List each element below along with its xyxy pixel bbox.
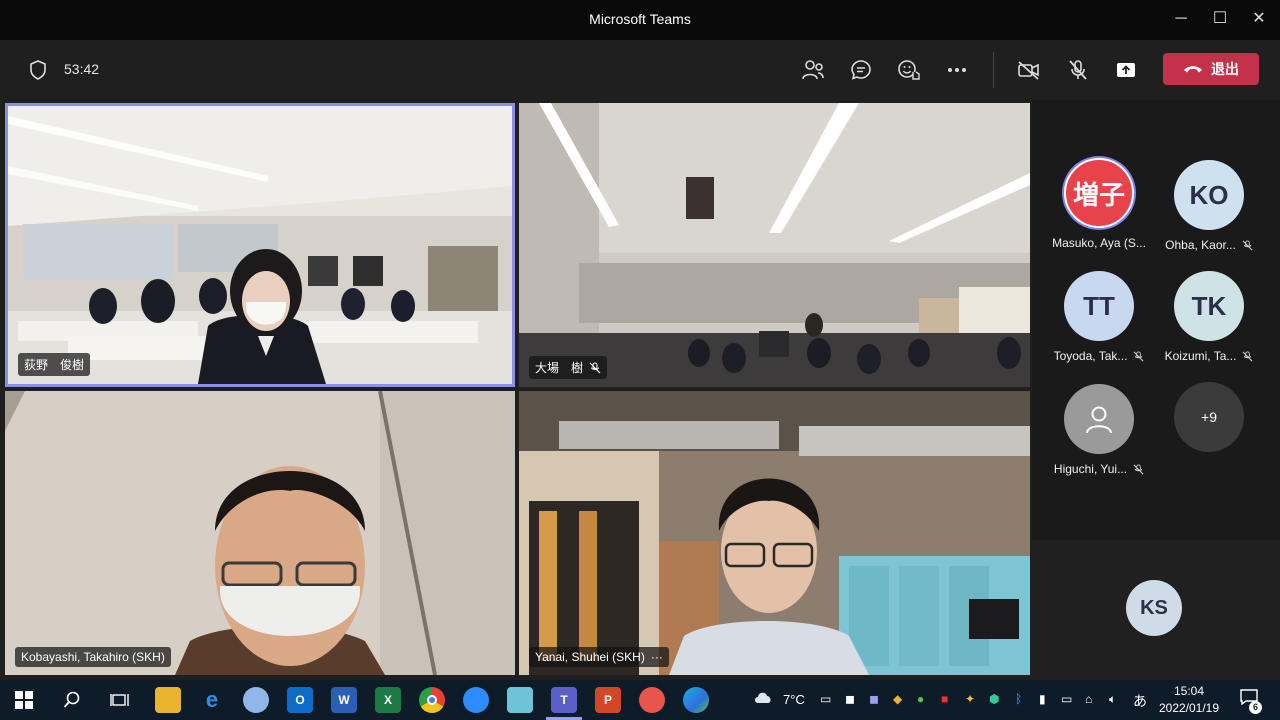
notification-count-badge: 6: [1249, 701, 1262, 714]
weather-icon[interactable]: [752, 688, 774, 709]
self-view: KS: [1032, 540, 1280, 680]
kobayashi-video: [5, 391, 515, 675]
security-shield-icon[interactable]: ⬢: [989, 692, 999, 706]
classroom-video: [8, 106, 512, 384]
participants-button[interactable]: [799, 57, 827, 83]
taskbar-clock[interactable]: 15:04 2022/01/19: [1157, 684, 1221, 715]
clock-time: 15:04: [1173, 684, 1205, 698]
tile-more-button[interactable]: ···: [651, 650, 663, 664]
mic-muted-icon: [1133, 463, 1144, 474]
powerpoint-icon[interactable]: P: [595, 687, 621, 713]
share-screen-button[interactable]: [1112, 57, 1140, 83]
avatar: TT: [1064, 271, 1134, 341]
participants-panel: 増子 Masuko, Aya (S... KO Ohba, Kaor... TT…: [1032, 100, 1280, 680]
participant-ohba[interactable]: KO Ohba, Kaor...: [1154, 160, 1264, 252]
participant-koizumi[interactable]: TK Koizumi, Ta...: [1154, 271, 1264, 363]
overflow-count: +9: [1174, 382, 1244, 452]
participant-name: Masuko, Aya (S...: [1052, 236, 1146, 250]
participant-name: Yanai, Shuhei (SKH): [535, 650, 645, 664]
participant-name: 荻野 俊樹: [24, 358, 85, 372]
network-icon[interactable]: ⌂: [1085, 692, 1092, 706]
tile-name-label: 大場 樹: [529, 356, 608, 379]
title-bar: Microsoft Teams ─ ☐ ✕: [0, 0, 1280, 40]
leave-label: 退出: [1211, 61, 1239, 77]
drive-tray-icon[interactable]: ◆: [893, 692, 902, 706]
zoom-icon[interactable]: [463, 687, 489, 713]
camera-off-button[interactable]: [1015, 57, 1043, 83]
weather-temperature: 7°C: [783, 692, 805, 707]
phone-hangup-icon: [1184, 66, 1202, 73]
participant-masuko[interactable]: 増子 Masuko, Aya (S...: [1044, 158, 1154, 250]
bluetooth-icon[interactable]: ᛒ: [1015, 692, 1022, 706]
notepad-icon[interactable]: [507, 687, 533, 713]
participant-name: Ohba, Kaor...: [1154, 238, 1264, 252]
teams-icon[interactable]: T: [551, 687, 577, 713]
tile-name-label: 荻野 俊樹: [18, 353, 91, 376]
task-view-icon[interactable]: [107, 687, 133, 713]
leave-button[interactable]: 退出: [1163, 53, 1259, 85]
snipping-tool-icon[interactable]: [639, 687, 665, 713]
self-avatar: KS: [1126, 580, 1182, 636]
windows-start-icon[interactable]: [11, 687, 37, 713]
excel-icon[interactable]: X: [375, 687, 401, 713]
participant-name: Kobayashi, Takahiro (SKH): [21, 650, 165, 664]
yanai-video: [519, 391, 1030, 675]
outlook-icon[interactable]: O: [287, 687, 313, 713]
windows-taskbar: e O W X T P 7°C ▭ ◼ ◼ ◆ ● ■ ✦ ⬢ ᛒ ▮ ▭ ⌂ …: [0, 680, 1280, 720]
teams-tray-icon[interactable]: ◼: [869, 692, 879, 706]
toolbar-divider: [993, 52, 994, 88]
mic-muted-icon: [1242, 350, 1253, 361]
chat-button[interactable]: [847, 57, 875, 83]
antivirus-icon[interactable]: ■: [941, 692, 948, 706]
participant-higuchi[interactable]: Higuchi, Yui...: [1044, 384, 1154, 476]
more-options-button[interactable]: [943, 57, 971, 83]
word-icon[interactable]: W: [331, 687, 357, 713]
participant-name: Higuchi, Yui...: [1044, 462, 1154, 476]
window-title: Microsoft Teams: [589, 11, 691, 27]
minimize-button[interactable]: ─: [1169, 8, 1193, 30]
tray-app-icon[interactable]: ✦: [965, 692, 975, 706]
participant-name: Koizumi, Ta...: [1154, 349, 1264, 363]
avatar: KO: [1174, 160, 1244, 230]
office-room-video: [519, 103, 1030, 387]
avatar: [1064, 384, 1134, 454]
reactions-button[interactable]: [895, 57, 923, 83]
mic-muted-icon: [1242, 239, 1253, 250]
meeting-timer: 53:42: [64, 61, 100, 77]
tile-name-label: Yanai, Shuhei (SKH) ···: [529, 647, 669, 667]
chrome-icon[interactable]: [419, 687, 445, 713]
usb-icon[interactable]: ▮: [1039, 692, 1046, 706]
battery-icon[interactable]: ▭: [1061, 692, 1072, 706]
person-icon: [1086, 406, 1112, 434]
video-tile-kobayashi[interactable]: Kobayashi, Takahiro (SKH): [5, 391, 515, 675]
search-icon[interactable]: [59, 687, 85, 713]
video-tile-yanai[interactable]: Yanai, Shuhei (SKH) ···: [519, 391, 1030, 675]
volume-icon[interactable]: 🔈︎: [1109, 692, 1116, 707]
participant-toyoda[interactable]: TT Toyoda, Tak...: [1044, 271, 1154, 363]
clock-date: 2022/01/19: [1158, 701, 1220, 715]
participant-name: Toyoda, Tak...: [1044, 349, 1154, 363]
ime-indicator[interactable]: あ: [1133, 691, 1147, 711]
avatar: 増子: [1064, 158, 1134, 228]
avatar: TK: [1174, 271, 1244, 341]
file-explorer-icon[interactable]: [155, 687, 181, 713]
video-tile-ogino[interactable]: 荻野 俊樹: [5, 103, 515, 387]
maximize-button[interactable]: ☐: [1208, 8, 1232, 30]
mic-muted-icon: [1133, 350, 1144, 361]
chrome-tray-icon[interactable]: ●: [917, 692, 924, 706]
internet-explorer-icon[interactable]: e: [199, 687, 225, 713]
mic-muted-icon: [589, 362, 601, 373]
video-tile-oba[interactable]: 大場 樹: [519, 103, 1030, 387]
edge-icon[interactable]: [683, 687, 709, 713]
more-participants[interactable]: +9: [1154, 382, 1264, 452]
tablet-icon[interactable]: ▭: [820, 692, 831, 706]
close-window-button[interactable]: ✕: [1247, 8, 1271, 30]
participant-name: 大場 樹: [535, 361, 584, 375]
mic-muted-button[interactable]: [1064, 57, 1092, 83]
paint-icon[interactable]: [243, 687, 269, 713]
tile-name-label: Kobayashi, Takahiro (SKH): [15, 647, 171, 667]
shield-icon[interactable]: [24, 57, 52, 83]
outlook-tray-icon[interactable]: ◼: [845, 692, 855, 706]
meeting-toolbar: 53:42 退出: [0, 40, 1280, 100]
